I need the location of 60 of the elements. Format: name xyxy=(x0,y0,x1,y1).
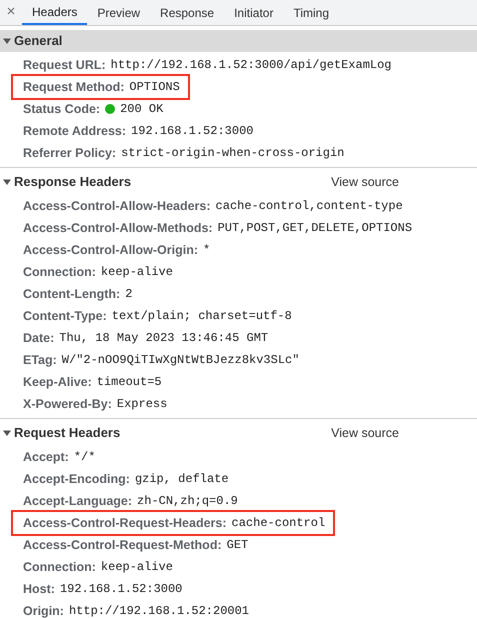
header-value: cache-control xyxy=(232,515,326,532)
header-name: Date: xyxy=(23,330,54,347)
header-name: Accept-Encoding: xyxy=(23,470,130,488)
view-source-link[interactable]: View source xyxy=(331,424,399,442)
header-value: http://192.168.1.52:20001 xyxy=(68,603,249,618)
section-header[interactable]: General xyxy=(0,30,477,52)
header-name: Connection: xyxy=(23,558,96,576)
header-value: 2 xyxy=(125,286,132,303)
header-value: 200 OK xyxy=(120,101,164,118)
header-name: Content-Type: xyxy=(23,308,107,325)
close-button[interactable]: × xyxy=(0,0,22,25)
header-name: X-Powered-By: xyxy=(23,396,112,413)
header-name: Status Code: xyxy=(23,100,100,118)
header-value: zh-CN,zh;q=0.9 xyxy=(137,493,238,510)
header-name: Host: xyxy=(23,580,55,598)
header-name: Access-Control-Request-Headers: xyxy=(23,514,227,532)
section-header[interactable]: Response Headers View source xyxy=(0,171,477,193)
tab[interactable]: Preview xyxy=(87,0,150,25)
header-name: Access-Control-Request-Method: xyxy=(23,536,222,554)
header-value: PUT,POST,GET,DELETE,OPTIONS xyxy=(218,220,412,237)
tab[interactable]: Timing xyxy=(283,0,340,25)
section-title: Response Headers xyxy=(14,173,132,192)
section-header[interactable]: Request Headers View source xyxy=(0,422,477,444)
header-name: Accept: xyxy=(23,448,69,466)
tab[interactable]: Response xyxy=(150,0,224,25)
header-name: Content-Length: xyxy=(23,286,120,303)
header-value: 192.168.1.52:3000 xyxy=(131,123,254,140)
header-name: Access-Control-Allow-Origin: xyxy=(23,242,198,259)
header-value: gzip, deflate xyxy=(134,471,229,488)
header-value: W/"2-nOO9QiTIwXgNtWtBJezz8kv3SLc" xyxy=(62,352,300,369)
view-source-link[interactable]: View source xyxy=(331,172,399,192)
header-name: Request URL: xyxy=(23,56,106,74)
header-value: Thu, 18 May 2023 13:46:45 GMT xyxy=(59,330,268,347)
header-name: Access-Control-Allow-Headers: xyxy=(23,198,211,215)
header-value: GET xyxy=(226,537,248,554)
header-value: cache-control,content-type xyxy=(216,198,403,215)
section-title: Request Headers xyxy=(14,424,120,442)
header-value: 192.168.1.52:3000 xyxy=(60,581,182,598)
header-value: Express xyxy=(116,396,168,413)
section-title: General xyxy=(14,32,62,50)
header-name: Accept-Language: xyxy=(23,492,132,510)
header-value: */* xyxy=(74,449,96,466)
header-value: keep-alive xyxy=(100,559,173,576)
header-name: Referrer Policy: xyxy=(23,144,116,162)
header-name: Origin: xyxy=(23,602,64,618)
header-name: Access-Control-Allow-Methods: xyxy=(23,220,213,237)
header-value: http://192.168.1.52:3000/api/getExamLog xyxy=(110,57,392,74)
header-value: * xyxy=(203,242,210,259)
header-name: Remote Address: xyxy=(23,122,126,140)
tab[interactable]: Headers xyxy=(22,0,88,25)
header-name: Connection: xyxy=(23,264,96,281)
header-value: keep-alive xyxy=(100,264,173,281)
header-name: ETag: xyxy=(23,352,57,369)
tab[interactable]: Initiator xyxy=(224,0,284,25)
header-value: strict-origin-when-cross-origin xyxy=(121,145,344,162)
header-value: timeout=5 xyxy=(96,374,162,391)
header-value: text/plain; charset=utf-8 xyxy=(112,308,292,325)
header-value: OPTIONS xyxy=(129,79,180,96)
header-name: Keep-Alive: xyxy=(23,374,92,391)
header-name: Request Method: xyxy=(23,78,124,96)
